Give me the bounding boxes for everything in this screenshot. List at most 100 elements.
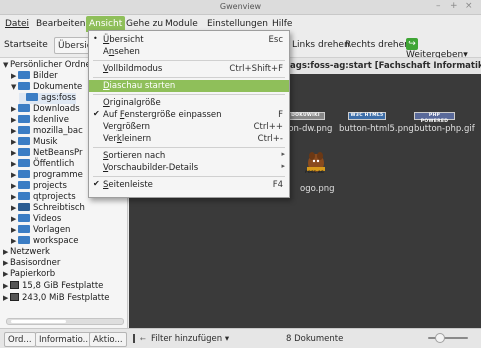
uebersicht-button[interactable]: Übersich [54,37,97,54]
collapsed-arrow-icon[interactable]: ▶ [11,160,18,168]
expanded-arrow-icon[interactable]: ▼ [11,83,18,91]
share-button[interactable]: ↪ Weitergeben▾ [406,38,481,60]
menu-item-vollbildmodus[interactable]: Vollbildmodus Ctrl+Shift+F [89,63,289,75]
sidebar-tree-item[interactable]: ▶ Videos [11,213,61,225]
sidebar-tree-item[interactable]: ▶ qtprojects [11,191,76,203]
sidebar-tree-item[interactable]: ▶ workspace [11,235,79,247]
thumbnail-html5[interactable]: W3C HTML5 [348,112,386,120]
rotate-left-button[interactable]: Links drehen [292,40,350,50]
sidebar-tree-item[interactable]: ▶ Schreibtisch [11,202,85,214]
tree-item-label: Vorlagen [33,225,71,235]
filter-label: Filter hinzufügen [151,334,223,344]
checkmark-icon: ✔ [93,179,100,188]
sidebar-tree-item[interactable]: ▼ Dokumente [11,81,82,93]
collapsed-arrow-icon[interactable]: ▶ [11,72,18,80]
collapsed-arrow-icon[interactable]: ▶ [11,149,18,157]
menu-shortcut: Ctrl++ [253,122,283,132]
close-button[interactable]: × [465,1,473,11]
menu-einstellungen[interactable]: Einstellungen [207,19,268,29]
folder-icon [18,224,30,233]
sidebar-tree-item[interactable]: ▶ programme [11,169,83,181]
menu-item-verkleinern[interactable]: Verkleinern Ctrl+- [89,133,289,145]
rotate-right-button[interactable]: Rechts drehen [345,40,410,50]
folder-icon [18,147,30,156]
menu-item-label: Vorschaubilder-Details [103,163,199,173]
menu-bearbeiten[interactable]: Bearbeiten [36,19,85,29]
menu-module[interactable]: Module [165,19,198,29]
zoom-slider-handle[interactable] [435,333,445,343]
collapsed-arrow-icon[interactable]: ▶ [3,282,10,290]
sidebar-tree-item[interactable]: ▶ mozilla_bac [11,125,83,137]
tree-item-label: 15,8 GiB Festplatte [22,281,104,291]
scrollbar-thumb[interactable] [11,320,66,323]
filter-add-button[interactable]: Filter hinzufügen ▾ [148,332,232,347]
sidebar-tree-item[interactable]: ▶ projects [11,180,67,192]
collapsed-arrow-icon[interactable]: ▶ [11,237,18,245]
collapsed-arrow-icon[interactable]: ▶ [11,226,18,234]
folder-icon [18,81,30,90]
sidebar-tree-item[interactable]: ags:foss [19,92,76,104]
sidebar-horizontal-scrollbar[interactable] [6,318,124,325]
thumbnail-label: button-html5.png [339,124,414,134]
collapsed-arrow-icon[interactable]: ▶ [11,116,18,124]
thumbnail-php[interactable]: PHP POWERED [414,112,455,124]
collapsed-arrow-icon[interactable]: ▶ [11,193,18,201]
tab-ordner[interactable]: Ord... [4,332,36,347]
sidebar-tree-item[interactable]: ▶ Papierkorb [3,269,55,280]
collapsed-arrow-icon[interactable]: ▶ [3,259,10,267]
sidebar-tree-item[interactable]: ▶ Basisordner [3,258,60,269]
collapsed-arrow-icon[interactable]: ▶ [11,182,18,190]
collapsed-arrow-icon[interactable]: ▶ [11,127,18,135]
sidebar-toggle-icon[interactable] [133,334,140,343]
tree-item-label: Bilder [33,71,58,81]
collapsed-arrow-icon[interactable]: ▶ [11,215,18,223]
submenu-arrow-icon: ▸ [281,150,285,158]
sidebar-tree-item[interactable]: ▶ Öffentlich [11,158,74,170]
menu-gehe-zu[interactable]: Gehe zu [126,19,163,29]
sidebar-tree-item[interactable]: ▶ Netzwerk [3,247,50,258]
menu-item-seitenleiste[interactable]: ✔ Seitenleiste F4 [89,179,289,191]
collapsed-arrow-icon[interactable]: ▶ [11,204,18,212]
minimize-button[interactable]: – [436,1,441,11]
menu-item-sortieren-nach[interactable]: Sortieren nach ▸ [89,150,289,162]
thumbnail-dokuwiki[interactable]: DOKUWIKI [286,112,325,120]
collapsed-arrow-icon[interactable]: ▶ [11,105,18,113]
collapsed-arrow-icon[interactable]: ▶ [11,171,18,179]
menu-item-originalgröße[interactable]: Originalgröße [89,97,289,109]
checkmark-icon: ✔ [93,109,100,118]
sidebar-tree-item[interactable]: ▶ Musik [11,136,57,148]
sidebar-tree-item[interactable]: ▶ Bilder [11,70,58,82]
sidebar-tree-item[interactable]: ▶ 243,0 MiB Festplatte [3,292,110,304]
startseite-button[interactable]: Startseite [4,40,48,50]
sidebar-tree-item[interactable]: ▼ Persönlicher Ordne [3,60,91,71]
menu-item-vergrößern[interactable]: Vergrößern Ctrl++ [89,121,289,133]
menu-item-diaschau-starten[interactable]: Diaschau starten [89,80,289,92]
sidebar-tree-item[interactable]: ▶ 15,8 GiB Festplatte [3,280,104,292]
menu-separator [93,147,285,148]
collapsed-arrow-icon[interactable]: ▶ [3,270,10,278]
tab-informationen[interactable]: Informatio... [35,332,95,347]
menu-item-ansehen[interactable]: Ansehen [89,46,289,58]
collapsed-arrow-icon[interactable]: ▶ [3,248,10,256]
folder-icon [18,70,30,79]
expanded-arrow-icon[interactable]: ▼ [3,61,10,69]
collapsed-arrow-icon[interactable]: ▶ [11,138,18,146]
hard-drive-icon [10,280,19,289]
menu-item-vorschaubilder-details[interactable]: Vorschaubilder-Details ▸ [89,162,289,174]
sidebar-tree-item[interactable]: ▶ Vorlagen [11,224,71,236]
zoom-slider[interactable] [428,333,468,343]
tree-item-label: Persönlicher Ordne [10,60,91,70]
menu-datei[interactable]: Datei [5,19,29,29]
sidebar-tree-item[interactable]: ▶ NetBeansPr [11,147,82,159]
maximize-button[interactable]: + [450,1,458,11]
sidebar-tree-item[interactable]: ▶ Downloads [11,103,80,115]
sidebar-tree-item[interactable]: ▶ kdenlive [11,114,69,126]
tab-aktionen[interactable]: Aktio... [89,332,127,347]
folder-icon [18,191,30,200]
menu-item-label: Seitenleiste [103,180,153,190]
menu-hilfe[interactable]: Hilfe [272,19,292,29]
menu-item-auf-fenstergröße-einpassen[interactable]: ✔ Auf Fenstergröße einpassen F [89,109,289,121]
menu-item-übersicht[interactable]: • Übersicht Esc [89,34,289,46]
folder-icon [18,169,30,178]
collapsed-arrow-icon[interactable]: ▶ [3,294,10,302]
